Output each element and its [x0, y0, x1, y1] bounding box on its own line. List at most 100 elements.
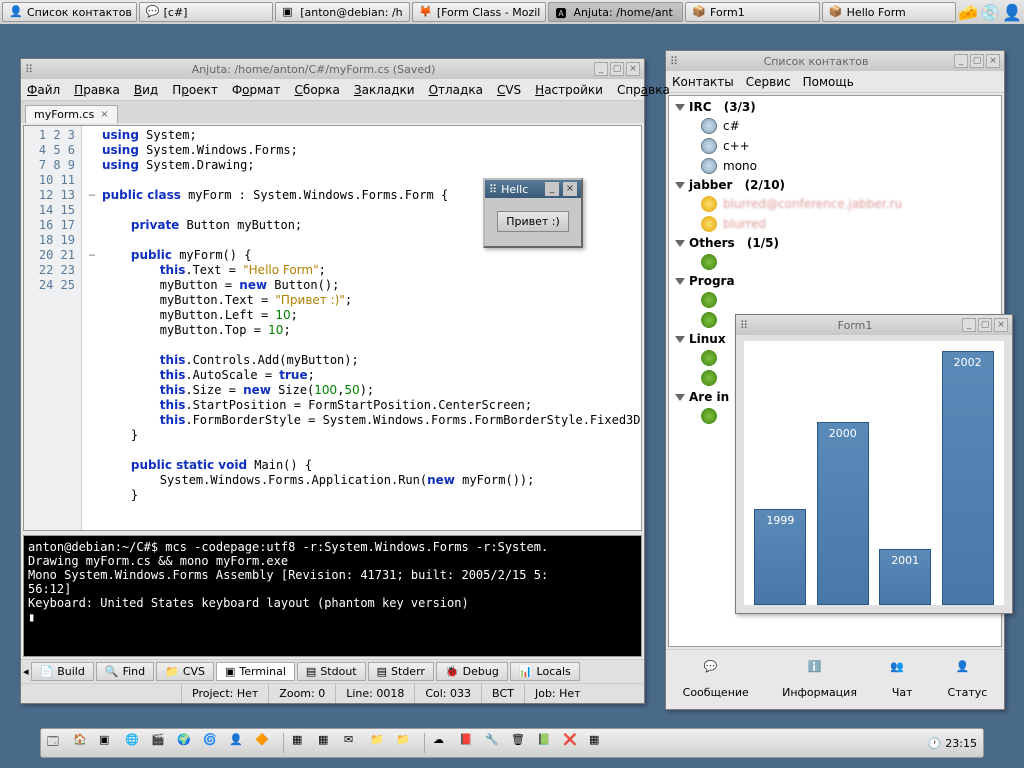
app-icon[interactable]: 🔶: [255, 733, 275, 753]
menu-format[interactable]: Формат: [232, 83, 281, 97]
mail-icon[interactable]: ✉: [344, 733, 364, 753]
chat-button[interactable]: 👥Чат: [890, 660, 914, 699]
top-taskbar: 👤Список контактов 💬[c#] ▣[anton@debian: …: [0, 0, 1024, 24]
info-icon: ℹ️: [808, 660, 832, 684]
menu-help[interactable]: Помощь: [803, 75, 854, 89]
status-button[interactable]: 👤Статус: [948, 660, 988, 699]
maximize-button[interactable]: ▢: [978, 318, 992, 332]
message-button[interactable]: 💬Сообщение: [683, 660, 749, 699]
app-icon[interactable]: 🔧: [485, 733, 505, 753]
menu-debug[interactable]: Отладка: [429, 83, 483, 97]
app-icon[interactable]: 🌀: [203, 733, 223, 753]
maximize-button[interactable]: ▢: [610, 62, 624, 76]
contact-item[interactable]: mono: [671, 156, 999, 176]
status-project: Project: Нет: [181, 684, 268, 703]
flower-icon: [701, 292, 717, 308]
task-mozilla[interactable]: 🦊[Form Class - Mozil: [412, 2, 547, 22]
contact-item[interactable]: [671, 290, 999, 310]
menu-settings[interactable]: Настройки: [535, 83, 603, 97]
menu-cvs[interactable]: CVS: [497, 83, 521, 97]
app-icon[interactable]: 📗: [537, 733, 557, 753]
file-tab[interactable]: myForm.cs×: [25, 105, 118, 123]
task-term[interactable]: ▣[anton@debian: /h: [275, 2, 410, 22]
app-icon[interactable]: ☁: [433, 733, 453, 753]
contact-item[interactable]: c#: [671, 116, 999, 136]
maximize-button[interactable]: ▢: [970, 54, 984, 68]
titlebar[interactable]: ⠿ Список контактов _ ▢ ×: [666, 51, 1004, 71]
pager-icon[interactable]: ▦: [292, 733, 312, 753]
tray-icon[interactable]: 👤: [1002, 3, 1022, 22]
trash-icon[interactable]: 🗑: [511, 733, 531, 753]
close-tab-icon[interactable]: ×: [100, 109, 108, 120]
folder-icon[interactable]: 📁: [396, 733, 416, 753]
media-icon[interactable]: 🎬: [151, 733, 171, 753]
app-icon[interactable]: ❌: [563, 733, 583, 753]
menu-edit[interactable]: Правка: [74, 83, 120, 97]
titlebar[interactable]: ⠿ Form1 _ ▢ ×: [736, 315, 1012, 335]
contact-item[interactable]: blurred@conference.jabber.ru: [671, 194, 999, 214]
terminal[interactable]: anton@debian:~/C#$ mcs -codepage:utf8 -r…: [24, 536, 641, 656]
group-jabber[interactable]: jabber (2/10): [671, 176, 999, 194]
contact-item[interactable]: [671, 252, 999, 272]
close-button[interactable]: ×: [994, 318, 1008, 332]
tab-stdout[interactable]: ▤Stdout: [297, 662, 366, 681]
close-button[interactable]: ×: [626, 62, 640, 76]
folder-icon[interactable]: 📁: [370, 733, 390, 753]
minimize-button[interactable]: _: [954, 54, 968, 68]
minimize-button[interactable]: _: [545, 182, 559, 196]
tray-icon[interactable]: 💿: [980, 3, 1000, 22]
menu-service[interactable]: Сервис: [746, 75, 791, 89]
contact-item[interactable]: c++: [671, 136, 999, 156]
task-contacts[interactable]: 👤Список контактов: [2, 2, 137, 22]
info-button[interactable]: ℹ️Информация: [782, 660, 857, 699]
titlebar[interactable]: ⠿ Anjuta: /home/anton/C#/myForm.cs (Save…: [21, 59, 644, 79]
tab-debug[interactable]: 🐞Debug: [436, 662, 508, 681]
menu-file[interactable]: Файл: [27, 83, 60, 97]
minimize-button[interactable]: _: [962, 318, 976, 332]
fold-column[interactable]: −−: [86, 128, 98, 263]
pager-icon[interactable]: ▦: [318, 733, 338, 753]
globe-icon[interactable]: 🌍: [177, 733, 197, 753]
group-progra[interactable]: Progra: [671, 272, 999, 290]
clock[interactable]: 🕐 23:15: [928, 737, 977, 750]
tab-cvs[interactable]: 📁CVS: [156, 662, 214, 681]
app-icon: 💬: [146, 5, 160, 19]
tabs-left-icon[interactable]: ◂: [23, 665, 29, 678]
terminal-icon[interactable]: ▣: [99, 733, 119, 753]
group-irc[interactable]: IRC (3/3): [671, 98, 999, 116]
home-icon[interactable]: 🏠: [73, 733, 93, 753]
minimize-button[interactable]: _: [594, 62, 608, 76]
close-button[interactable]: ×: [563, 182, 577, 196]
tray-icon[interactable]: 🧀: [958, 3, 978, 22]
task-form1[interactable]: 📦Form1: [685, 2, 820, 22]
tab-build[interactable]: 📄Build: [31, 662, 94, 681]
titlebar[interactable]: ⠿ Hellc _ ×: [485, 180, 581, 198]
window-title: Anjuta: /home/anton/C#/myForm.cs (Saved): [33, 63, 594, 76]
tab-terminal[interactable]: ▣Terminal: [216, 662, 295, 681]
app-icon[interactable]: ▦: [589, 733, 609, 753]
browser-icon[interactable]: 🌐: [125, 733, 145, 753]
task-hello[interactable]: 📦Hello Form: [822, 2, 957, 22]
menu-bookmarks[interactable]: Закладки: [354, 83, 415, 97]
task-irc[interactable]: 💬[c#]: [139, 2, 274, 22]
task-anjuta[interactable]: 🅰Anjuta: /home/ant: [548, 2, 683, 22]
menu-help[interactable]: Справка: [617, 83, 670, 97]
person-icon[interactable]: 👤: [229, 733, 249, 753]
show-desktop-icon[interactable]: 🗔: [47, 733, 67, 753]
app-icon[interactable]: 📕: [459, 733, 479, 753]
hello-button[interactable]: Привет :): [497, 211, 569, 232]
tab-locals[interactable]: 📊Locals: [510, 662, 580, 681]
menu-build[interactable]: Сборка: [295, 83, 340, 97]
menu-project[interactable]: Проект: [172, 83, 218, 97]
menu-view[interactable]: Вид: [134, 83, 158, 97]
menu-contacts[interactable]: Контакты: [672, 75, 734, 89]
app-icon: 👤: [9, 5, 23, 19]
tab-find[interactable]: 🔍Find: [96, 662, 154, 681]
flower-icon: [701, 370, 717, 386]
bar-chart: 1999200020012002: [744, 341, 1004, 605]
tab-stderr[interactable]: ▤Stderr: [368, 662, 434, 681]
close-button[interactable]: ×: [986, 54, 1000, 68]
contact-item[interactable]: blurred: [671, 214, 999, 234]
group-others[interactable]: Others (1/5): [671, 234, 999, 252]
chart-bar: 2002: [942, 351, 994, 605]
